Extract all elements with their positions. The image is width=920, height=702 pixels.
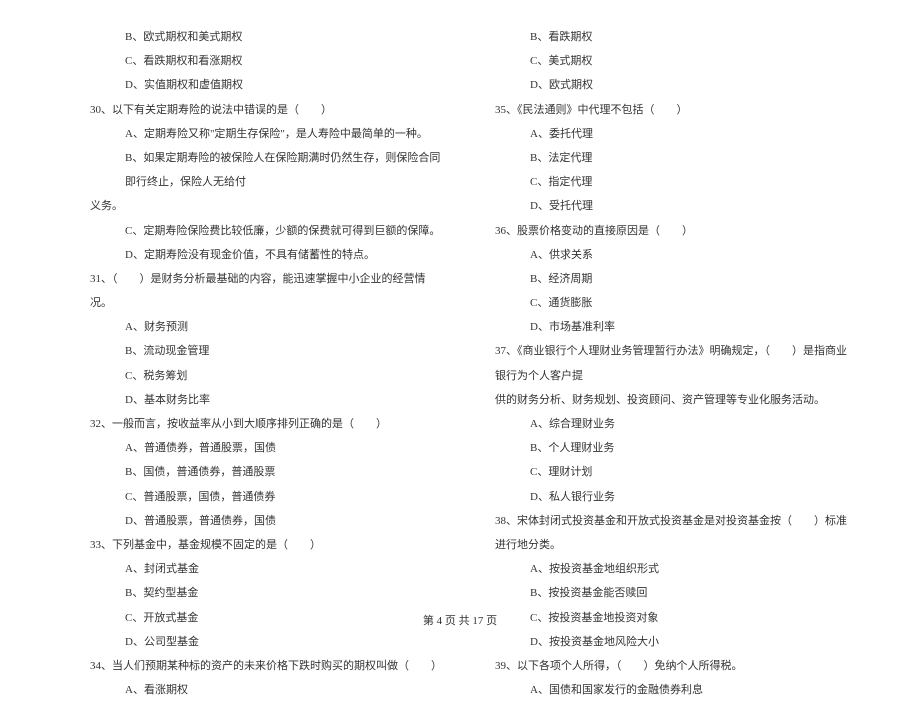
answer-option: D、市场基准利率 <box>495 315 850 339</box>
answer-option: A、看涨期权 <box>90 678 445 702</box>
question-text: 32、一般而言，按收益率从小到大顺序排列正确的是（ ） <box>90 412 445 436</box>
answer-option: C、美式期权 <box>495 49 850 73</box>
question-text: 37、《商业银行个人理财业务管理暂行办法》明确规定，（ ）是指商业银行为个人客户… <box>495 339 850 387</box>
answer-option: A、委托代理 <box>495 122 850 146</box>
answer-option: B、契约型基金 <box>90 581 445 605</box>
answer-option: C、税务筹划 <box>90 364 445 388</box>
answer-option: D、实值期权和虚值期权 <box>90 73 445 97</box>
answer-option: B、按投资基金能否赎回 <box>495 581 850 605</box>
answer-option: B、欧式期权和美式期权 <box>90 25 445 49</box>
answer-option: A、定期寿险又称"定期生存保险"，是人寿险中最简单的一种。 <box>90 122 445 146</box>
continuation-text: 供的财务分析、财务规划、投资顾问、资产管理等专业化服务活动。 <box>495 388 850 412</box>
answer-option: D、欧式期权 <box>495 73 850 97</box>
answer-option: B、法定代理 <box>495 146 850 170</box>
right-column: B、看跌期权C、美式期权D、欧式期权35、《民法通则》中代理不包括（ ）A、委托… <box>495 25 850 702</box>
answer-option: A、封闭式基金 <box>90 557 445 581</box>
question-text: 39、以下各项个人所得，（ ）免纳个人所得税。 <box>495 654 850 678</box>
answer-option: A、综合理财业务 <box>495 412 850 436</box>
answer-option: A、普通债券，普通股票，国债 <box>90 436 445 460</box>
answer-option: A、供求关系 <box>495 243 850 267</box>
left-column: B、欧式期权和美式期权C、看跌期权和看涨期权D、实值期权和虚值期权30、以下有关… <box>90 25 445 702</box>
answer-option: A、国债和国家发行的金融债券利息 <box>495 678 850 702</box>
answer-option: C、普通股票，国债，普通债券 <box>90 485 445 509</box>
question-text: 38、宋体封闭式投资基金和开放式投资基金是对投资基金按（ ）标准进行地分类。 <box>495 509 850 557</box>
page-footer: 第 4 页 共 17 页 <box>0 612 920 628</box>
question-text: 36、股票价格变动的直接原因是（ ） <box>495 219 850 243</box>
answer-option: D、基本财务比率 <box>90 388 445 412</box>
answer-option: B、国债，普通债券，普通股票 <box>90 460 445 484</box>
question-text: 31、（ ）是财务分析最基础的内容，能迅速掌握中小企业的经营情况。 <box>90 267 445 315</box>
answer-option: B、如果定期寿险的被保险人在保险期满时仍然生存，则保险合同即行终止，保险人无给付 <box>90 146 445 194</box>
page-content: B、欧式期权和美式期权C、看跌期权和看涨期权D、实值期权和虚值期权30、以下有关… <box>0 0 920 702</box>
answer-option: C、定期寿险保险费比较低廉，少额的保费就可得到巨额的保障。 <box>90 219 445 243</box>
answer-option: C、通货膨胀 <box>495 291 850 315</box>
answer-option: B、经济周期 <box>495 267 850 291</box>
answer-option: D、按投资基金地风险大小 <box>495 630 850 654</box>
answer-option: D、公司型基金 <box>90 630 445 654</box>
answer-option: B、流动现金管理 <box>90 339 445 363</box>
answer-option: D、普通股票，普通债券，国债 <box>90 509 445 533</box>
question-text: 34、当人们预期某种标的资产的未来价格下跌时购买的期权叫做（ ） <box>90 654 445 678</box>
answer-option: C、指定代理 <box>495 170 850 194</box>
answer-option: B、看跌期权 <box>495 25 850 49</box>
question-text: 35、《民法通则》中代理不包括（ ） <box>495 98 850 122</box>
answer-option: C、看跌期权和看涨期权 <box>90 49 445 73</box>
answer-option: C、理财计划 <box>495 460 850 484</box>
answer-option: D、受托代理 <box>495 194 850 218</box>
answer-option: A、财务预测 <box>90 315 445 339</box>
answer-option: B、个人理财业务 <box>495 436 850 460</box>
answer-option: D、定期寿险没有现金价值，不具有储蓄性的特点。 <box>90 243 445 267</box>
answer-option: D、私人银行业务 <box>495 485 850 509</box>
answer-option: A、按投资基金地组织形式 <box>495 557 850 581</box>
continuation-text: 义务。 <box>90 194 445 218</box>
question-text: 33、下列基金中，基金规模不固定的是（ ） <box>90 533 445 557</box>
question-text: 30、以下有关定期寿险的说法中错误的是（ ） <box>90 98 445 122</box>
